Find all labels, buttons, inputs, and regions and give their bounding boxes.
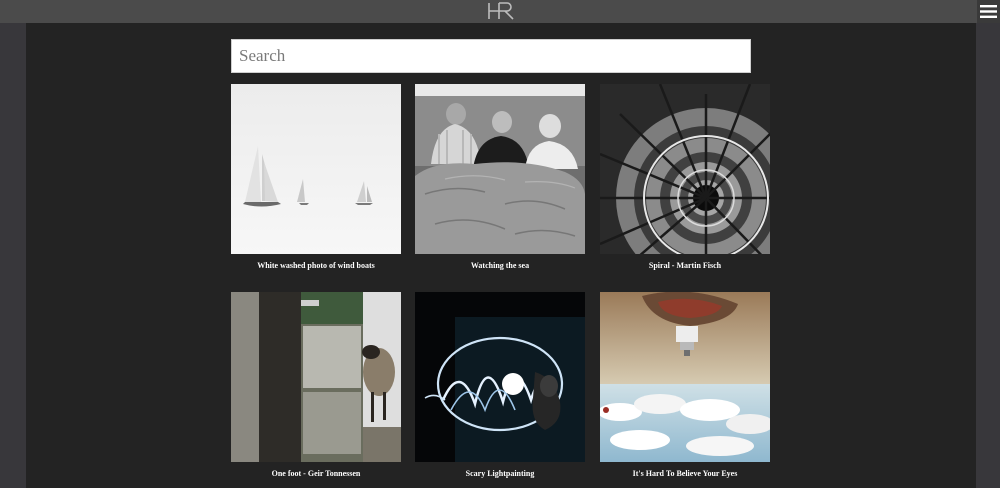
- photo-caption: It's Hard To Believe Your Eyes: [632, 469, 738, 478]
- gallery-card[interactable]: Watching the sea: [415, 84, 585, 270]
- gallery-card[interactable]: White washed photo of wind boats: [231, 84, 401, 270]
- upside-down-sky-photo[interactable]: [600, 292, 770, 462]
- gallery-card[interactable]: Spiral - Martin Fisch: [600, 84, 770, 270]
- gallery-card[interactable]: One foot - Geir Tonnessen: [231, 292, 401, 478]
- seniors-at-sea-photo[interactable]: [415, 84, 585, 254]
- photo-caption: Scary Lightpainting: [465, 469, 535, 478]
- search-input[interactable]: [231, 39, 751, 73]
- sheep-doorway-photo[interactable]: [231, 292, 401, 462]
- hamburger-menu-icon: [980, 5, 997, 18]
- gallery-card[interactable]: Scary Lightpainting: [415, 292, 585, 478]
- spiral-staircase-photo[interactable]: [600, 84, 770, 254]
- left-margin: [0, 23, 26, 488]
- menu-button[interactable]: [977, 0, 1000, 23]
- lightpainting-photo[interactable]: [415, 292, 585, 462]
- photo-caption: Watching the sea: [470, 261, 530, 270]
- right-margin: [976, 23, 1000, 488]
- photo-caption: White washed photo of wind boats: [257, 261, 375, 270]
- photo-caption: Spiral - Martin Fisch: [648, 261, 722, 270]
- gallery-card[interactable]: It's Hard To Believe Your Eyes: [600, 292, 770, 478]
- logo-icon[interactable]: [486, 1, 516, 21]
- sailboats-photo[interactable]: [231, 84, 401, 254]
- top-bar: [0, 0, 1000, 23]
- photo-caption: One foot - Geir Tonnessen: [271, 469, 361, 478]
